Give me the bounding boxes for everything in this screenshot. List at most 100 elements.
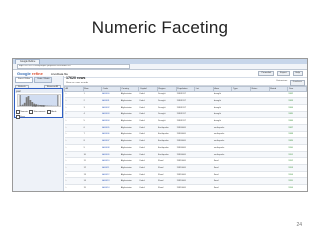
table-cell: Drought [157, 104, 177, 112]
table-cell [195, 191, 214, 192]
table-row[interactable]: ☆ 4 A00003 Afghanistan Kabul Drought 19801997 d… [64, 111, 307, 119]
table-cell: 11 [83, 157, 102, 166]
table-cell: 19800000 [176, 137, 195, 145]
table-row[interactable]: ☆ 5 A00004 Afghanistan Kabul Drought 19801997 d… [64, 117, 307, 125]
table-row[interactable]: ☆ 3 A00002 Afghanistan Kabul Drought 19801997 d… [64, 104, 307, 112]
table-cell [250, 157, 270, 166]
tab-facet-filter[interactable]: Facet / Filter [15, 77, 34, 83]
slide-title: Numeric Faceting [91, 18, 229, 37]
table-cell: Flood [158, 191, 177, 192]
table-cell: A00012 [101, 171, 121, 179]
table-row[interactable]: ☆ 1 A00000 Afghanistan Kabul Drought 19801997 d… [64, 91, 307, 99]
histogram-chart[interactable] [18, 95, 60, 106]
table-cell: flood [213, 177, 232, 186]
table-cell: Afghanistan [120, 91, 139, 99]
show-as-toggle[interactable]: Show as: rows records [66, 82, 88, 84]
left-panel: Facet / Filter Undo / Redo Refresh Remov… [13, 76, 64, 191]
table-cell: earthquake [213, 144, 232, 152]
table-cell: Afghanistan [120, 151, 139, 159]
table-cell: 1 [83, 91, 102, 99]
error-checkbox[interactable] [16, 114, 20, 119]
table-row[interactable]: ☆16A00015AfghanistanKabulFlood19810000 fl… [65, 191, 307, 192]
table-cell [231, 117, 251, 125]
table-cell: ☆ [64, 104, 84, 112]
histogram-bar [27, 96, 30, 106]
filter-non-numeric[interactable]: Non-numeric [29, 110, 46, 114]
table-cell [194, 171, 214, 179]
table-cell: Afghanistan [120, 191, 139, 192]
range-handle-left[interactable] [19, 95, 21, 106]
table-row[interactable]: ☆ 6 A00005 Afghanistan Kabul Earthquake 198000… [64, 124, 307, 132]
table-cell [269, 117, 288, 125]
table-cell: 19810000 [176, 177, 195, 186]
table-cell: 19800000 [176, 144, 195, 152]
table-cell: flood [213, 171, 232, 179]
table-cell: earthquake [213, 151, 232, 159]
table-cell: ☆ [64, 97, 84, 105]
table-cell [231, 144, 251, 152]
tab-undo-redo[interactable]: Undo / Redo [34, 77, 53, 83]
table-row[interactable]: ☆ 8 A00007 Afghanistan Kabul Earthquake 198000… [64, 137, 307, 145]
table-cell [194, 117, 214, 125]
table-cell [269, 144, 288, 152]
filter-error[interactable]: Error [16, 114, 25, 119]
table-cell [231, 104, 251, 112]
table-row[interactable]: ☆ 10 A00009 Afghanistan Kabul Earthquake 19800… [64, 151, 307, 159]
non-numeric-checkbox[interactable] [29, 110, 34, 114]
data-table: All Row Code Country Capital Region Population… [64, 86, 307, 192]
table-cell [250, 144, 270, 152]
freebase-button[interactable]: Freebase [289, 80, 305, 86]
table-cell: 1996 [287, 184, 307, 191]
range-handle-right[interactable] [57, 95, 59, 106]
table-cell: ☆ [64, 91, 84, 99]
table-cell [250, 131, 270, 139]
table-cell: Flood [157, 184, 177, 191]
table-cell: drought [213, 97, 232, 105]
table-row[interactable]: ☆ 9 A00008 Afghanistan Kabul Earthquake 198000… [64, 144, 307, 152]
table-row[interactable]: ☆ 2 A00001 Afghanistan Kabul Drought 19801997 d… [64, 97, 307, 105]
table-cell [231, 171, 251, 179]
table-cell [232, 191, 251, 192]
table-cell: 19801997 [176, 97, 195, 105]
table-cell: 1982 [287, 91, 307, 99]
table-row[interactable]: ☆ 14 A00013 Afghanistan Kabul Flood 19810000 fl… [64, 177, 307, 186]
table-cell: 6 [83, 124, 102, 132]
table-cell: Kabul [138, 184, 158, 191]
table-row[interactable]: ☆ 15 A00014 Afghanistan Kabul Flood 19810000 fl… [64, 184, 307, 191]
table-cell: 19810000 [176, 184, 195, 191]
table-cell: Drought [157, 117, 177, 125]
table-cell: Afghanistan [120, 144, 139, 152]
table-cell: ☆ [64, 131, 84, 139]
table-cell [194, 124, 214, 132]
table-cell: Kabul [138, 137, 158, 145]
table-cell [194, 137, 214, 145]
table-cell [194, 97, 214, 105]
table-cell: Kabul [138, 91, 158, 99]
table-row[interactable]: ☆ 13 A00012 Afghanistan Kabul Flood 19810000 fl… [64, 171, 307, 179]
table-cell: 19801997 [176, 111, 195, 119]
table-cell: Kabul [138, 151, 158, 159]
table-cell: 3 [83, 104, 102, 112]
table-cell [250, 171, 270, 179]
table-cell: A00005 [101, 124, 121, 132]
numeric-checkbox[interactable] [16, 110, 20, 114]
filter-blank[interactable]: Blank [46, 110, 56, 114]
table-cell: 2 [83, 97, 102, 105]
table-cell: Drought [157, 111, 177, 119]
table-cell: ☆ [64, 184, 84, 191]
table-cell [231, 184, 251, 191]
table-cell: A00003 [101, 111, 121, 119]
table-cell: 1988 [287, 131, 307, 139]
table-cell [194, 151, 214, 159]
table-body: ☆ 1 A00000 Afghanistan Kabul Drought 19801997 d… [64, 91, 307, 192]
table-row[interactable]: ☆ 11 A00010 Afghanistan Kabul Flood 19810000 fl… [64, 157, 307, 166]
table-cell: A00008 [101, 144, 121, 152]
table-row[interactable]: ☆ 7 A00006 Afghanistan Kabul Earthquake 198000… [64, 131, 307, 139]
table-cell: ☆ [64, 137, 84, 145]
table-cell: 19810000 [176, 191, 195, 192]
blank-checkbox[interactable] [46, 110, 51, 114]
table-row[interactable]: ☆ 12 A00011 Afghanistan Kabul Flood 19810000 fl… [64, 164, 307, 172]
table-cell: drought [213, 91, 232, 99]
filter-numeric[interactable]: Numeric [16, 110, 28, 114]
url-field[interactable]: http://127.0.0.1:3333/project?project=19… [17, 64, 130, 69]
